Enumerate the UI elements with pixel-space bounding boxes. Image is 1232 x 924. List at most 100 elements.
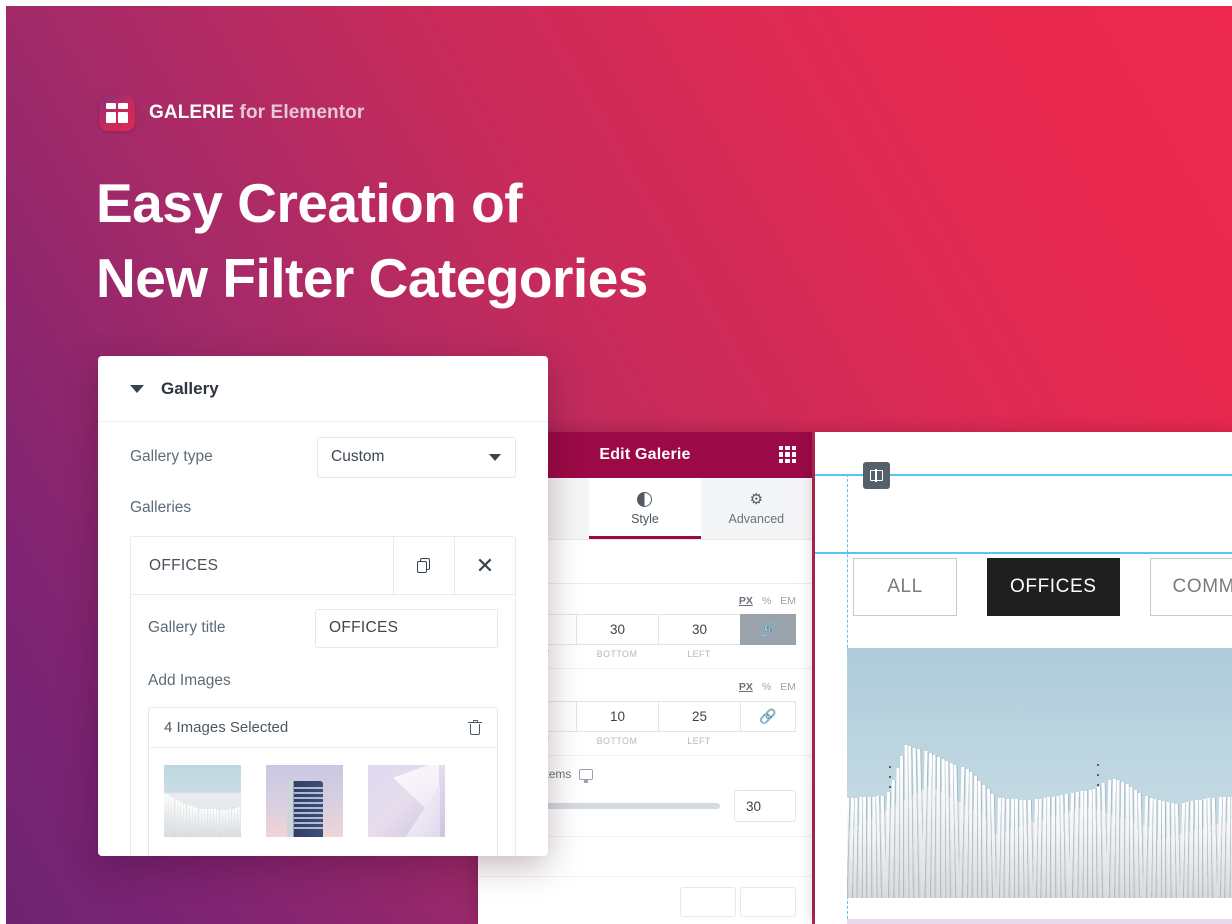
gear-icon: ⚙ xyxy=(749,490,764,508)
preview-top-strip xyxy=(815,432,1232,453)
photo-slat xyxy=(936,757,941,898)
gallery-type-select[interactable]: Custom xyxy=(317,436,516,478)
unit-em[interactable]: EM xyxy=(780,595,796,607)
edit-panel-trailing-controls xyxy=(478,877,812,924)
galleries-label: Galleries xyxy=(130,499,192,516)
tab-style[interactable]: Style xyxy=(589,478,701,539)
thumb-slat xyxy=(234,808,238,837)
thumb-slat xyxy=(168,796,172,837)
column-handle-icon[interactable] xyxy=(863,462,890,489)
gallery-type-value: Custom xyxy=(331,448,385,465)
close-icon[interactable]: ✕ xyxy=(454,537,515,594)
photo-slat xyxy=(1010,798,1014,898)
photo-slat xyxy=(1051,796,1056,898)
thumb-slat xyxy=(189,806,193,837)
padding-left-input[interactable]: 25 xyxy=(658,701,740,732)
filter-button-commercial[interactable]: COMMERCIAL xyxy=(1149,558,1232,616)
gallery-item-header[interactable]: OFFICES ✕ xyxy=(131,537,515,595)
grid-9-dots-icon[interactable] xyxy=(779,446,796,463)
filter-button-all[interactable]: ALL xyxy=(853,558,957,616)
edit-panel-title: Edit Galerie xyxy=(599,446,691,463)
thumb-slat xyxy=(198,808,202,837)
gallery-item-name: OFFICES xyxy=(149,556,219,574)
gallery-title-input[interactable]: OFFICES xyxy=(315,608,498,648)
gallery-type-label: Gallery type xyxy=(130,448,213,465)
brand-lockup: GALERIE for Elementor xyxy=(99,95,364,131)
contrast-half-circle-icon xyxy=(637,491,653,507)
images-selected-count: 4 Images Selected xyxy=(164,719,289,736)
gallery-title-row: Gallery title OFFICES xyxy=(148,595,498,661)
brand-name: GALERIE for Elementor xyxy=(149,102,364,124)
gallery-filter-bar: ALL OFFICES COMMERCIAL xyxy=(853,558,1232,616)
gallery-card-header[interactable]: Gallery xyxy=(98,356,548,422)
photo-slat xyxy=(1125,784,1129,898)
margin-left-input[interactable]: 30 xyxy=(658,614,740,645)
image-selection-box: 4 Images Selected xyxy=(148,707,498,856)
unit-px[interactable]: PX xyxy=(739,681,753,693)
image-selection-header: 4 Images Selected xyxy=(149,708,497,748)
thumb-slat xyxy=(201,808,205,837)
photo-slat xyxy=(1088,789,1092,898)
padding-bottom-input[interactable]: 10 xyxy=(576,701,658,732)
caret-down-icon[interactable] xyxy=(130,384,144,393)
photo-slat xyxy=(1079,791,1084,898)
brand-name-strong: GALERIE xyxy=(149,102,235,123)
padding-unit-switcher: PX % EM xyxy=(739,681,796,693)
add-images-row: Add Images xyxy=(148,661,498,701)
gallery-type-row: Gallery type Custom xyxy=(98,422,548,484)
trailing-control-b[interactable] xyxy=(740,887,796,917)
desktop-icon[interactable] xyxy=(579,768,594,783)
trash-icon[interactable] xyxy=(468,719,482,736)
page-title: Easy Creation of New Filter Categories xyxy=(96,172,648,309)
elementor-preview: ALL OFFICES COMMERCIAL xyxy=(815,432,1232,924)
preview-section: ALL OFFICES COMMERCIAL xyxy=(815,453,1232,924)
section-dashed-top xyxy=(847,474,1232,475)
thumbnail-skyscraper[interactable] xyxy=(266,765,343,837)
margin-bottom-label: BOTTOM xyxy=(596,649,638,659)
photo-slat xyxy=(1194,800,1198,898)
gallery-card-title: Gallery xyxy=(161,378,219,398)
unit-percent[interactable]: % xyxy=(762,595,771,607)
tower-photo[interactable] xyxy=(847,919,1232,924)
unit-px[interactable]: PX xyxy=(739,595,753,607)
padding-left-label: LEFT xyxy=(687,736,711,746)
thumb-slat xyxy=(213,809,217,837)
thumb-slat xyxy=(177,801,181,837)
photo-slat xyxy=(895,768,900,898)
trailing-control-a[interactable] xyxy=(680,887,736,917)
photo-slat xyxy=(858,797,863,898)
padding-bottom-label: BOTTOM xyxy=(596,736,638,746)
padding-link-icon[interactable]: 🔗 xyxy=(740,701,796,732)
photo-slat xyxy=(1120,781,1125,898)
column-top-highlight xyxy=(815,552,1232,554)
filter-button-offices[interactable]: OFFICES xyxy=(987,558,1120,616)
thumbnail-curved-structure[interactable] xyxy=(368,765,445,837)
tab-style-label: Style xyxy=(631,511,659,526)
galerie-grid-logo-icon xyxy=(99,95,135,131)
photo-slat xyxy=(1199,799,1203,898)
slider-value-input[interactable]: 30 xyxy=(734,790,796,822)
margin-unit-switcher: PX % EM xyxy=(739,595,796,607)
thumb-slat xyxy=(222,809,226,837)
chevron-down-icon xyxy=(489,454,501,461)
tab-advanced-label: Advanced xyxy=(728,511,785,526)
image-thumbnail-list xyxy=(149,748,497,856)
margin-link-icon[interactable]: 🔗 xyxy=(740,614,796,645)
gallery-title-label: Gallery title xyxy=(148,619,226,636)
thumb-slat xyxy=(210,808,214,837)
margin-bottom-input[interactable]: 30 xyxy=(576,614,658,645)
gallery-settings-card: Gallery Gallery type Custom Galleries OF… xyxy=(98,356,548,856)
galleries-row: Galleries xyxy=(98,484,548,532)
tab-advanced[interactable]: ⚙ Advanced xyxy=(700,478,812,539)
gallery-item: OFFICES ✕ Gallery title OFFICES Add Imag… xyxy=(130,536,516,856)
thumb-slat xyxy=(240,806,241,837)
add-images-label: Add Images xyxy=(148,672,231,689)
copy-icon[interactable] xyxy=(393,537,454,594)
photo-slat xyxy=(973,776,977,898)
thumbnail-architecture-slats[interactable] xyxy=(164,765,241,837)
unit-em[interactable]: EM xyxy=(780,681,796,693)
unit-percent[interactable]: % xyxy=(762,681,771,693)
white-slat-architecture-photo[interactable] xyxy=(847,648,1232,898)
thumb-slat xyxy=(231,808,235,837)
screenshot-stage: GALERIE for Elementor Easy Creation of N… xyxy=(0,0,1232,924)
